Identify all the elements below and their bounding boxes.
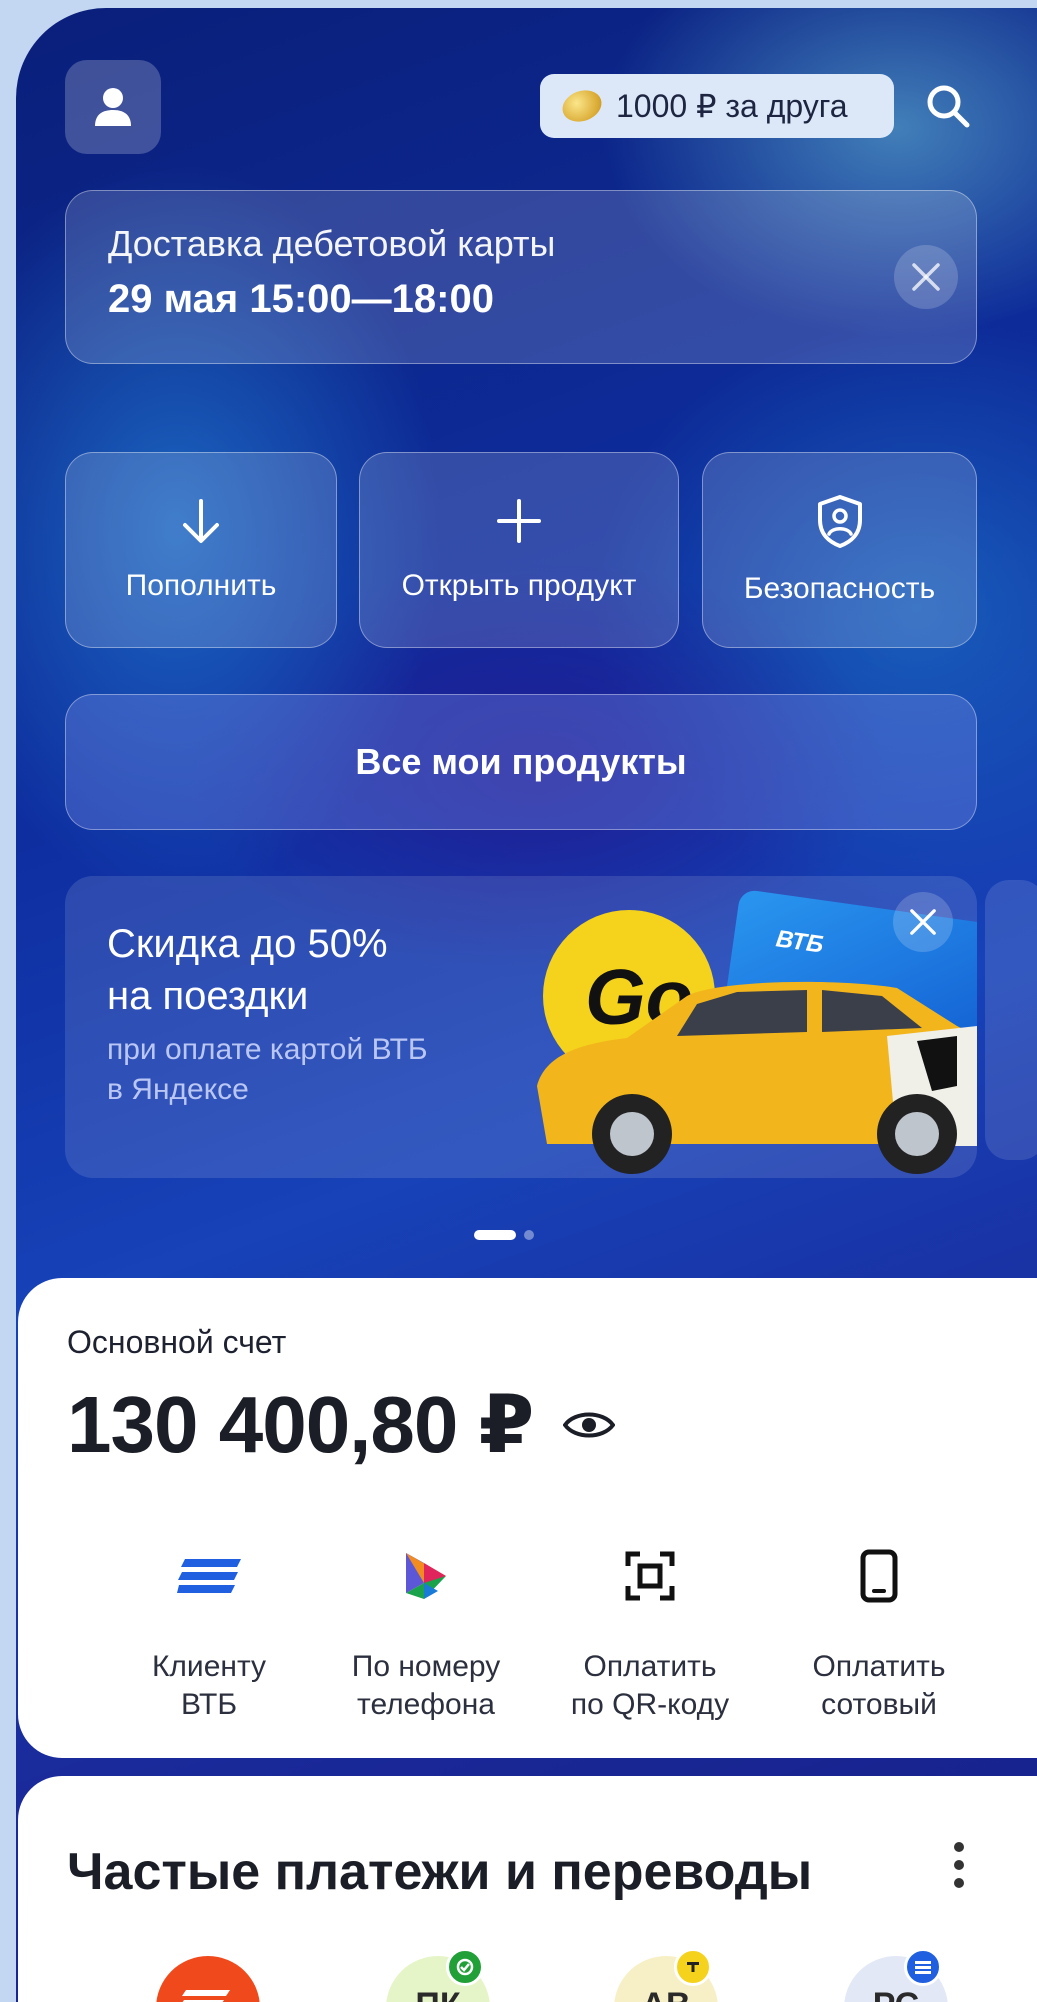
referral-pill[interactable]: 1000 ₽ за друга: [540, 74, 894, 138]
all-products-button[interactable]: Все мои продукты: [65, 694, 977, 830]
promo-close-button[interactable]: [893, 892, 953, 952]
quick-label-line: ВТБ: [180, 1688, 237, 1721]
account-label: Основной счет: [67, 1324, 287, 1360]
pay-by-qr-button[interactable]: Оплатить по QR-коду: [545, 1546, 755, 1724]
profile-button[interactable]: [65, 60, 161, 154]
delivery-time: 29 мая 15:00—18:00: [108, 277, 494, 321]
promo-title-line2: на поездки: [107, 974, 309, 1018]
account-balance: 130 400,80 ₽: [67, 1378, 616, 1471]
main-account-card[interactable]: Основной счет 130 400,80 ₽ Клиенту ВТБ П…: [18, 1278, 1037, 1758]
all-products-label: Все мои продукты: [355, 741, 687, 782]
promo-subtitle-line2: в Яндексе: [107, 1073, 249, 1106]
delivery-banner[interactable]: Доставка дебетовой карты 29 мая 15:00—18…: [65, 190, 977, 364]
quick-label-vtb: Клиенту ВТБ: [152, 1648, 266, 1724]
eye-icon[interactable]: [563, 1408, 616, 1442]
carousel-dot: [524, 1230, 534, 1240]
favorite-item[interactable]: ПК: [386, 1948, 490, 2002]
qr-scan-icon: [625, 1551, 675, 1601]
referral-label: 1000 ₽ за друга: [616, 88, 848, 124]
frequent-payments-title: Частые платежи и переводы: [67, 1843, 813, 1901]
quick-label-line: по QR-коду: [570, 1688, 730, 1721]
quick-label-line: Оплатить: [583, 1650, 717, 1683]
security-label: Безопасность: [743, 572, 936, 605]
delivery-close-button[interactable]: [894, 245, 958, 309]
quick-label-line: Клиенту: [151, 1650, 267, 1683]
tbank-badge-icon: [674, 1948, 712, 1986]
promo-title-line1: Скидка до 50%: [107, 922, 388, 966]
provider-logo-icon: [182, 1990, 230, 2002]
close-icon: [910, 909, 936, 935]
favorite-item[interactable]: РС: [844, 1948, 948, 2002]
vtb-icon: [177, 1559, 241, 1593]
promo-subtitle: при оплате картой ВТБ в Яндексе: [107, 1030, 428, 1110]
arrow-down-icon: [183, 499, 219, 543]
frequent-payments-card: Частые платежи и переводы ПК АВ РС: [18, 1776, 1037, 2002]
topup-label: Пополнить: [125, 569, 277, 602]
pay-mobile-button[interactable]: Оплатить сотовый: [774, 1546, 984, 1724]
promo-title: Скидка до 50% на поездки: [107, 918, 388, 1022]
close-icon: [912, 263, 940, 291]
next-promo-peek[interactable]: [985, 880, 1037, 1160]
search-icon: [927, 85, 970, 128]
promo-banner[interactable]: Скидка до 50% на поездки при оплате карт…: [65, 876, 977, 1178]
security-button[interactable]: Безопасность: [702, 452, 977, 648]
carousel-dot-active: [474, 1230, 516, 1240]
quick-label-line: По номеру: [351, 1650, 501, 1683]
quick-label-line: телефона: [357, 1688, 495, 1721]
quick-label-line: Оплатить: [812, 1650, 946, 1683]
promo-subtitle-line1: при оплате картой ВТБ: [107, 1033, 428, 1066]
shield-icon: [817, 495, 862, 548]
favorite-initials: ПК: [415, 1986, 460, 2002]
sbp-icon: [406, 1553, 446, 1599]
phone-icon: [860, 1549, 898, 1603]
transfer-by-phone-button[interactable]: По номеру телефона: [321, 1546, 531, 1724]
coin-icon: [558, 85, 606, 127]
carousel-indicator: [474, 1230, 534, 1240]
plus-icon: [497, 499, 541, 543]
quick-label-mobile: Оплатить сотовый: [813, 1648, 946, 1724]
more-options-icon[interactable]: [954, 1842, 964, 1888]
favorite-initials: АВ: [641, 1986, 690, 2002]
vtb-badge-icon: [904, 1948, 942, 1986]
delivery-title: Доставка дебетовой карты: [108, 223, 556, 264]
open-product-label: Открыть продукт: [401, 569, 637, 602]
search-button[interactable]: [920, 78, 976, 134]
favorite-item[interactable]: АВ: [614, 1948, 718, 2002]
transfer-to-vtb-client-button[interactable]: Клиенту ВТБ: [104, 1546, 314, 1724]
user-icon: [95, 88, 131, 126]
quick-label-qr: Оплатить по QR-коду: [571, 1648, 729, 1724]
favorite-initials: РС: [873, 1986, 919, 2002]
topup-button[interactable]: Пополнить: [65, 452, 337, 648]
open-product-button[interactable]: Открыть продукт: [359, 452, 679, 648]
favorite-item[interactable]: [156, 1956, 260, 2002]
sber-badge-icon: [446, 1948, 484, 1986]
quick-label-line: сотовый: [821, 1688, 937, 1721]
account-amount: 130 400,80 ₽: [67, 1380, 534, 1469]
quick-label-phone: По номеру телефона: [352, 1648, 501, 1724]
